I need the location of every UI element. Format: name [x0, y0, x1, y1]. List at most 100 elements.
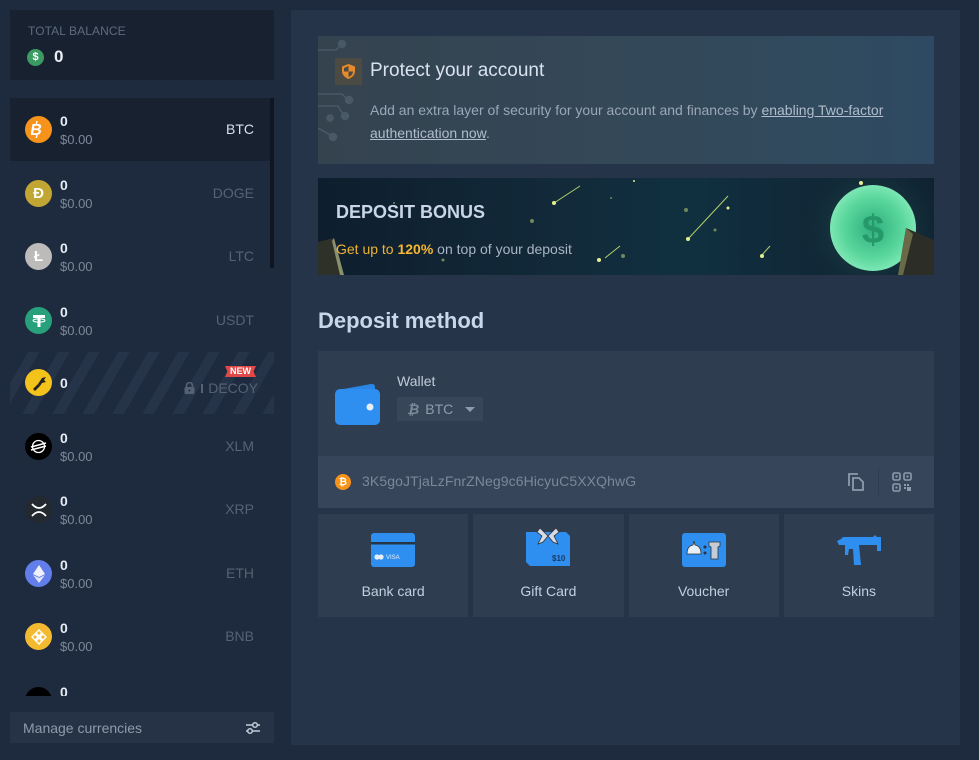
manage-currencies-button[interactable]: Manage currencies [10, 712, 274, 743]
coin-usd-value: $0.00 [60, 132, 93, 147]
bitcoin-icon: ₿ [335, 474, 351, 490]
coin-code: BNB [225, 628, 254, 644]
svg-text:VISA: VISA [386, 555, 400, 561]
svg-text:$: $ [862, 208, 884, 252]
bonus-illustration: $ [318, 178, 934, 275]
protect-account-body: Add an extra layer of security for your … [370, 102, 762, 118]
currency-row-usdt[interactable]: 0 $0.00 USDT [10, 289, 270, 352]
coin-amount: 0 [60, 430, 68, 446]
coin-amount: 0 [60, 684, 68, 696]
coin-usd-value: $0.00 [60, 196, 93, 211]
coin-code: DOGE [212, 185, 254, 201]
currency-row-btc[interactable]: B 0 $0.00 BTC [10, 98, 270, 161]
currency-dropdown[interactable]: ₿ BTC [397, 397, 483, 421]
bank-card-icon: VISA [371, 533, 416, 567]
deposit-bonus-text: Get up to 120% on top of your deposit [336, 241, 572, 257]
voucher-icon [681, 533, 726, 567]
chevron-down-icon [465, 406, 476, 412]
bonus-text-prefix: Get up to [336, 241, 398, 257]
coin-code-text: DECOY [208, 380, 258, 396]
svg-text:$10: $10 [552, 554, 566, 563]
skins-gun-icon [836, 535, 881, 565]
coin-usd-value: $0.00 [60, 512, 93, 527]
new-badge: NEW [225, 366, 256, 377]
currency-row-xlm[interactable]: 0 $0.00 XLM [10, 415, 270, 478]
bitcoin-icon: ₿ [407, 401, 420, 417]
currency-row-eth[interactable]: 0 $0.00 ETH [10, 542, 270, 605]
bonus-percent: 120% [397, 241, 434, 257]
currency-row-decoy[interactable]: 0 NEW DECOY [10, 352, 274, 414]
ethereum-icon [25, 560, 52, 587]
deposit-bonus-banner[interactable]: $ DEPOSIT BONUS Get up to 120% on top of… [318, 178, 934, 275]
coin-amount: 0 [60, 620, 68, 636]
binance-icon [25, 623, 52, 650]
coin-code: XLM [225, 438, 254, 454]
coin-code: USDT [215, 312, 254, 328]
ripple-icon [25, 496, 52, 523]
copy-icon[interactable] [847, 472, 865, 492]
bitcoin-icon: B [25, 116, 52, 143]
coin-amount: 0 [60, 493, 68, 509]
coin-code-locked: DECOY [184, 380, 258, 396]
tether-icon [25, 307, 52, 334]
sliders-icon [246, 721, 260, 734]
usd-coin-icon: $ [27, 48, 44, 66]
bonus-text-suffix: on top of your deposit [433, 241, 572, 257]
currency-row-partial[interactable]: 0 [10, 669, 270, 696]
coin-usd-value: $0.00 [60, 639, 93, 654]
currency-list-scrollbar[interactable] [270, 98, 274, 268]
main-panel: Protect your account Add an extra layer … [291, 10, 960, 745]
shield-icon [342, 64, 355, 79]
coin-code: ETH [226, 565, 254, 581]
coin-amount: 0 [60, 557, 68, 573]
currency-row-ltc[interactable]: Ł 0 $0.00 LTC [10, 225, 270, 288]
stellar-icon [25, 433, 52, 460]
currency-row-xrp[interactable]: 0 $0.00 XRP [10, 478, 270, 541]
coin-usd-value: $0.00 [60, 323, 93, 338]
coin-usd-value: $0.00 [60, 576, 93, 591]
currency-row-bnb[interactable]: 0 $0.00 BNB [10, 605, 270, 668]
shield-icon-box [335, 58, 362, 85]
currency-list: B 0 $0.00 BTC Ð 0 $0.00 DOGE Ł 0 $0.00 L… [10, 98, 274, 696]
deposit-methods-grid: VISA Bank card $10 Gift Card Voucher Ski… [318, 514, 934, 617]
coin-usd-value: $0.00 [60, 449, 93, 464]
method-label: Skins [841, 583, 876, 599]
method-gift-card[interactable]: $10 Gift Card [473, 514, 624, 617]
circuit-decoration [318, 39, 354, 142]
decoy-icon [25, 369, 52, 396]
deposit-method-title: Deposit method [318, 308, 485, 333]
total-balance-value: 0 [54, 47, 64, 66]
method-bank-card[interactable]: VISA Bank card [318, 514, 469, 617]
coin-amount: 0 [60, 240, 68, 256]
dogecoin-icon: Ð [25, 180, 52, 207]
deposit-address[interactable]: 3K5goJTjaLzFnrZNeg9c6HicyuC5XXQhwG [362, 473, 636, 489]
method-voucher[interactable]: Voucher [628, 514, 779, 617]
coin-amount: 0 [60, 304, 68, 320]
currency-row-doge[interactable]: Ð 0 $0.00 DOGE [10, 162, 270, 225]
method-label: Gift Card [520, 583, 577, 599]
qr-code-icon[interactable] [892, 472, 912, 492]
protect-account-suffix: . [485, 125, 490, 141]
protect-account-text: Add an extra layer of security for your … [370, 99, 910, 145]
total-balance-label: TOTAL BALANCE [28, 24, 126, 38]
coin-amount: 0 [60, 375, 68, 391]
method-skins[interactable]: Skins [783, 514, 934, 617]
decoy-separator [201, 383, 204, 393]
coin-usd-value: $0.00 [60, 259, 93, 274]
litecoin-icon: Ł [25, 243, 52, 270]
lock-icon [184, 382, 195, 394]
coin-amount: 0 [60, 113, 68, 129]
method-label: Voucher [677, 583, 730, 599]
coin-icon [25, 687, 52, 696]
coin-code: LTC [228, 248, 254, 264]
coin-code: XRP [225, 501, 254, 517]
manage-currencies-label: Manage currencies [23, 719, 143, 736]
address-divider [878, 468, 879, 495]
gift-card-icon: $10 [526, 527, 571, 566]
protect-account-banner: Protect your account Add an extra layer … [318, 36, 934, 164]
wallet-label: Wallet [397, 373, 436, 389]
total-balance-card: TOTAL BALANCE $ 0 [10, 10, 274, 80]
deposit-address-bar: ₿ 3K5goJTjaLzFnrZNeg9c6HicyuC5XXQhwG [318, 456, 934, 508]
coin-amount: 0 [60, 177, 68, 193]
deposit-bonus-title: DEPOSIT BONUS [336, 202, 486, 222]
